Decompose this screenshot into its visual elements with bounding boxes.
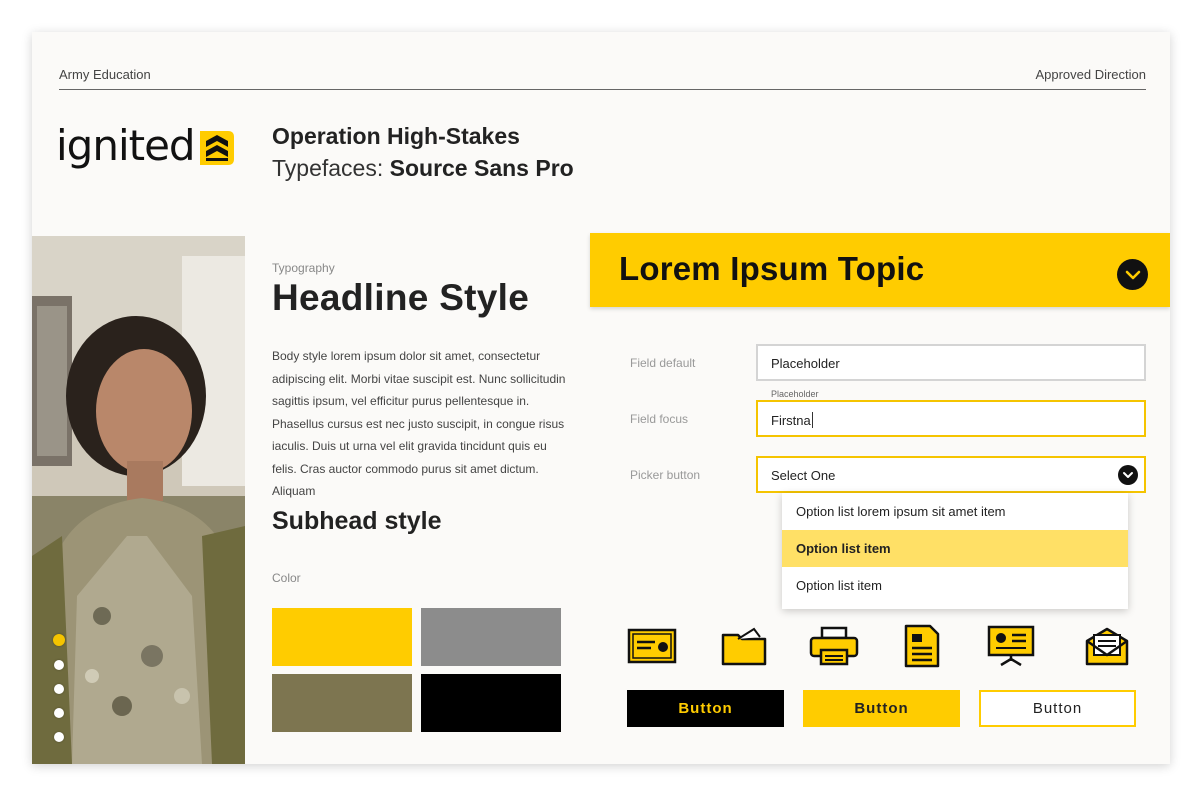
primary-yellow-button[interactable]: Button bbox=[803, 690, 960, 727]
field-default-label: Field default bbox=[630, 356, 696, 370]
option-item[interactable]: Option list lorem ipsum sit amet item bbox=[782, 493, 1128, 530]
color-swatch-olive bbox=[272, 674, 412, 732]
style-guide-card: Army Education Approved Direction ignite… bbox=[32, 32, 1170, 764]
topic-title: Lorem Ipsum Topic bbox=[619, 250, 925, 287]
picker-label: Picker button bbox=[630, 468, 701, 482]
picker-option-list: Option list lorem ipsum sit amet item Op… bbox=[782, 493, 1128, 609]
headline-sample: Headline Style bbox=[272, 277, 530, 318]
typography-label: Typography bbox=[272, 261, 335, 275]
certificate-icon bbox=[626, 624, 678, 668]
document-icon bbox=[896, 624, 948, 668]
outline-button[interactable]: Button bbox=[979, 690, 1136, 727]
default-text-field[interactable]: Placeholder bbox=[756, 344, 1146, 381]
carousel-dot-5[interactable] bbox=[54, 732, 64, 742]
presentation-icon bbox=[985, 624, 1037, 668]
project-typefaces: Typefaces: Source Sans Pro bbox=[272, 155, 574, 182]
picker-select[interactable]: Select One bbox=[756, 456, 1146, 493]
carousel-dot-1[interactable] bbox=[53, 634, 65, 646]
option-item-selected[interactable]: Option list item bbox=[782, 530, 1128, 567]
field-placeholder: Placeholder bbox=[771, 356, 840, 371]
color-label: Color bbox=[272, 571, 301, 585]
color-swatch-gray bbox=[421, 608, 561, 666]
carousel-dot-3[interactable] bbox=[54, 684, 64, 694]
typefaces-label: Typefaces: bbox=[272, 155, 384, 181]
carousel-dots bbox=[53, 634, 65, 742]
text-caret bbox=[811, 412, 813, 428]
brand-logo: ignited bbox=[56, 120, 236, 172]
picker-value: Select One bbox=[771, 468, 836, 483]
subhead-sample: Subhead style bbox=[272, 507, 442, 535]
primary-black-button[interactable]: Button bbox=[627, 690, 784, 727]
color-swatch-black bbox=[421, 674, 561, 732]
hero-photo bbox=[32, 236, 245, 764]
focus-field-value: Firstna bbox=[771, 413, 811, 428]
carousel-dot-2[interactable] bbox=[54, 660, 64, 670]
printer-icon bbox=[808, 624, 860, 668]
mail-icon bbox=[1081, 624, 1133, 668]
focused-text-field[interactable]: Firstna bbox=[756, 400, 1146, 437]
carousel-dot-4[interactable] bbox=[54, 708, 64, 718]
field-focus-label: Field focus bbox=[630, 412, 689, 426]
typeface-name: Source Sans Pro bbox=[389, 155, 574, 181]
body-copy-sample: Body style lorem ipsum dolor sit amet, c… bbox=[272, 349, 566, 498]
chevron-down-icon[interactable] bbox=[1118, 465, 1138, 485]
focus-field-floating-label: Placeholder bbox=[771, 389, 819, 399]
chevron-down-icon[interactable] bbox=[1117, 259, 1148, 290]
header-right-label: Approved Direction bbox=[1035, 67, 1146, 82]
header-left-label: Army Education bbox=[59, 67, 151, 82]
ignited-chevron-logo-icon bbox=[199, 131, 234, 165]
folder-icon bbox=[718, 624, 770, 668]
topic-accordion-header[interactable]: Lorem Ipsum Topic bbox=[590, 233, 1170, 307]
project-title: Operation High-Stakes bbox=[272, 123, 520, 149]
color-swatch-yellow bbox=[272, 608, 412, 666]
header-divider bbox=[59, 89, 1146, 90]
logo-wordmark: ignited bbox=[56, 121, 196, 170]
option-item[interactable]: Option list item bbox=[782, 567, 1128, 604]
